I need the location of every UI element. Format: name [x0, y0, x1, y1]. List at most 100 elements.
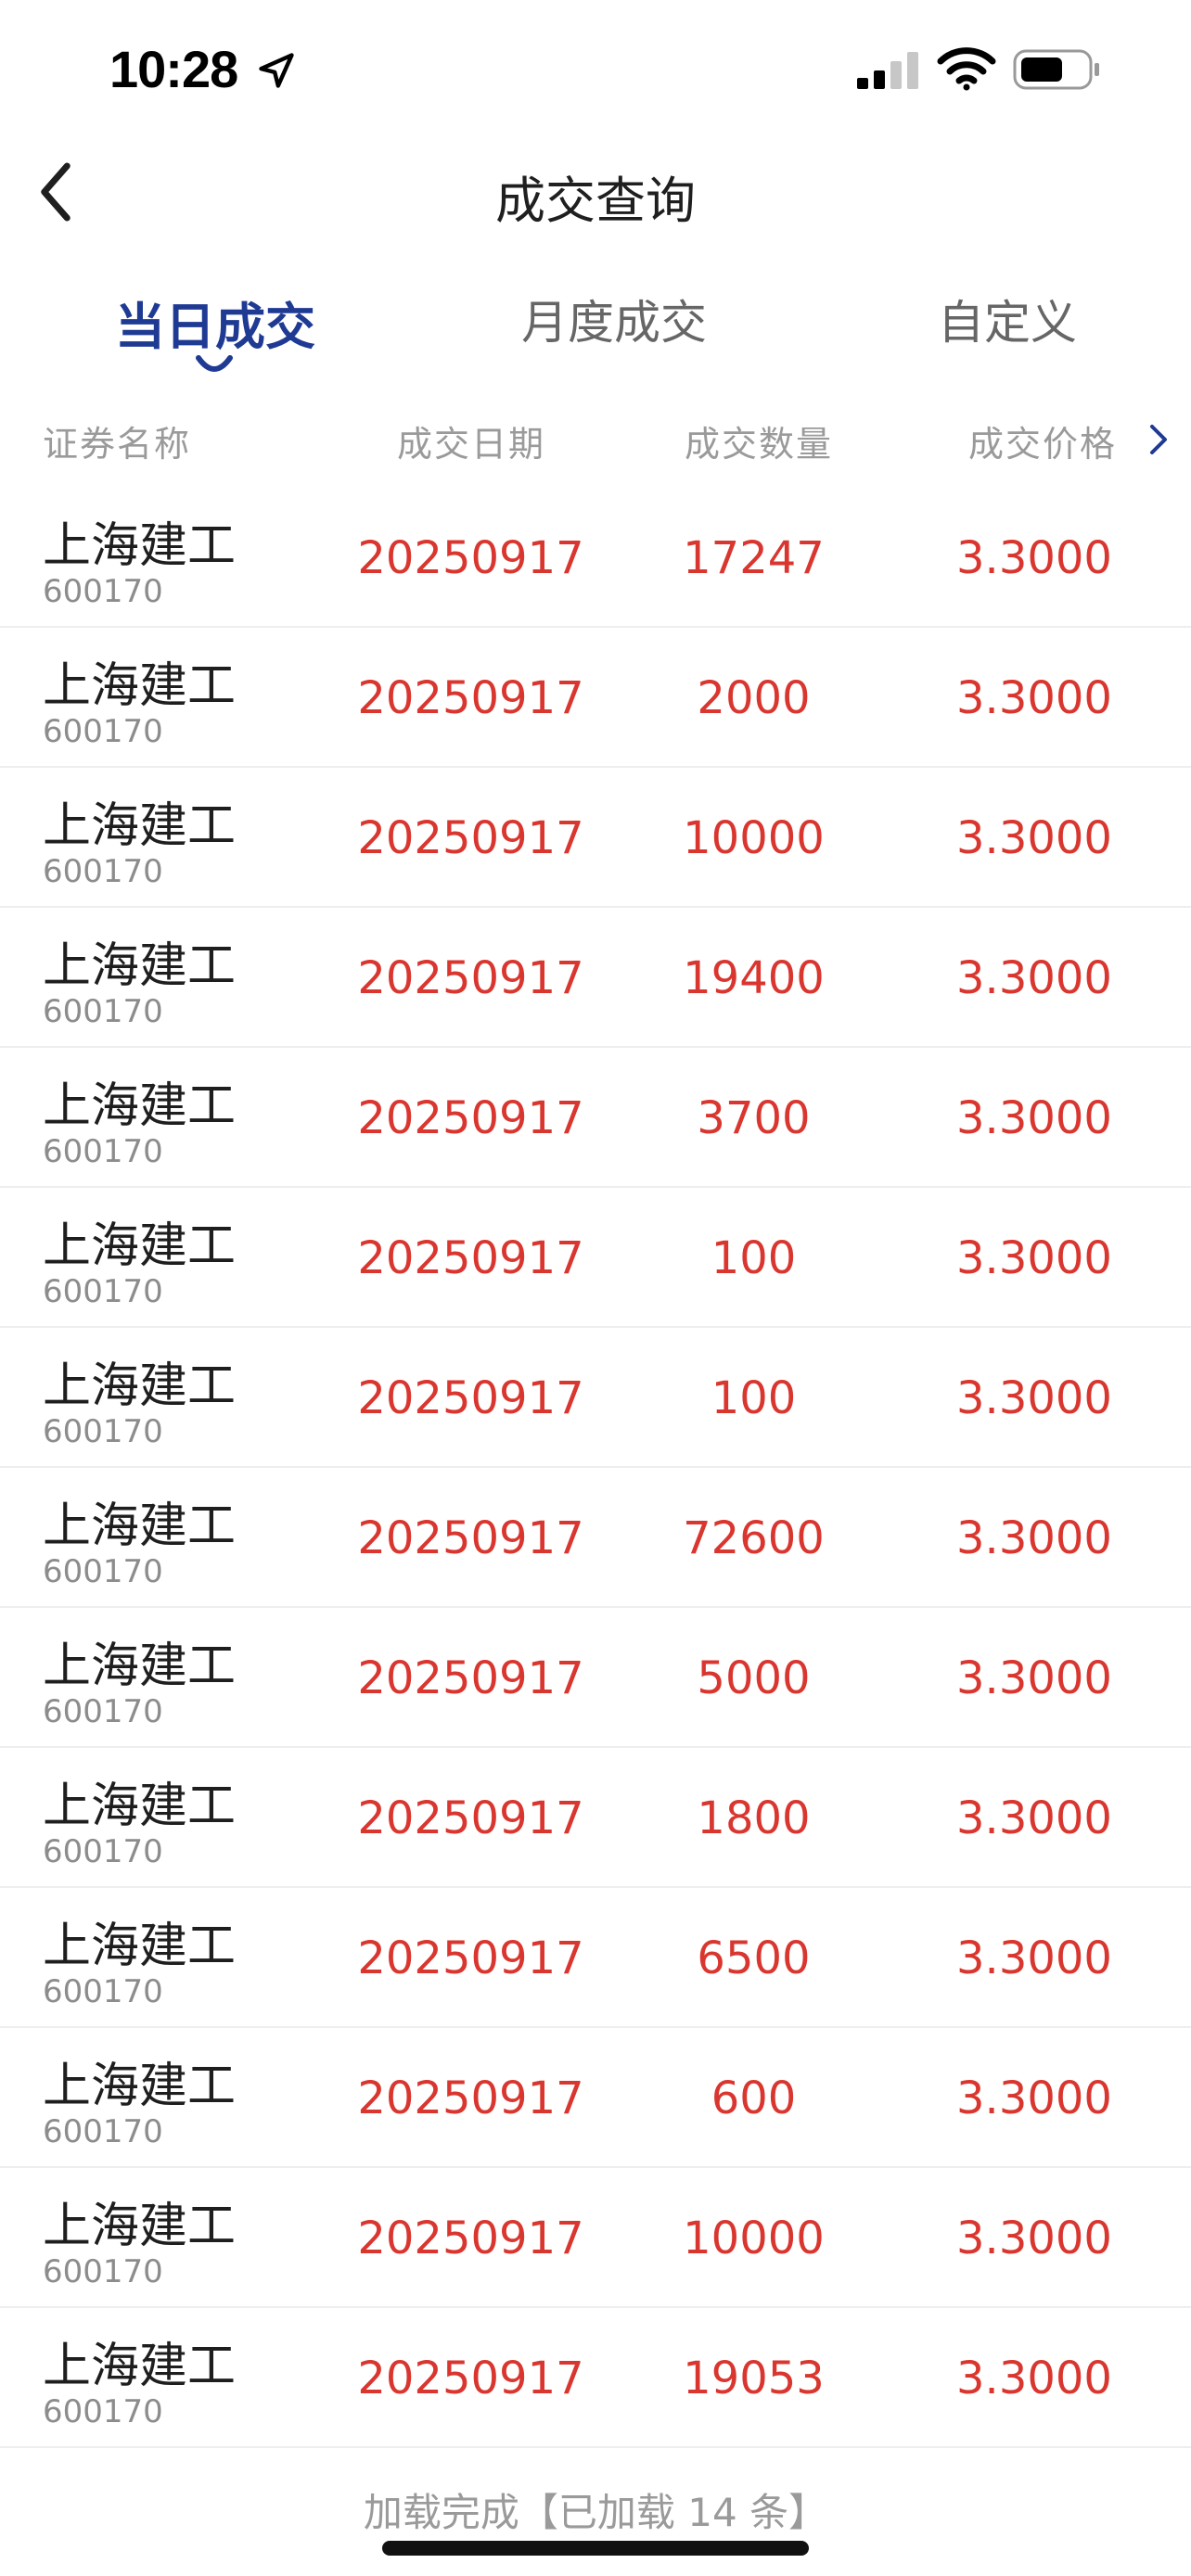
security-code: 600170: [43, 1553, 163, 1590]
trade-price: 3.3000: [956, 1652, 1112, 1704]
security-name: 上海建工: [43, 1919, 237, 1974]
security-name: 上海建工: [43, 518, 237, 574]
table-row[interactable]: 上海建工 600170 20250917 2000 3.3000: [0, 628, 1191, 768]
trade-quantity: 10000: [683, 2213, 825, 2264]
battery-icon: [1013, 49, 1099, 90]
trade-date: 20250917: [357, 1512, 584, 1564]
status-bar: 10:28: [0, 0, 1191, 139]
trade-date: 20250917: [357, 952, 584, 1004]
security-code: 600170: [43, 1833, 163, 1870]
trade-price: 3.3000: [956, 1372, 1112, 1424]
trade-price: 3.3000: [956, 1092, 1112, 1144]
trade-quantity: 10000: [683, 812, 825, 864]
security-name: 上海建工: [43, 1779, 237, 1834]
security-name: 上海建工: [43, 1078, 237, 1134]
security-code: 600170: [43, 2393, 163, 2430]
tab-active-indicator: [196, 355, 233, 372]
tab-custom-range[interactable]: 自定义: [840, 286, 1174, 352]
security-name: 上海建工: [43, 938, 237, 994]
trade-quantity: 19053: [683, 2353, 825, 2404]
tab-bar: 当日成交 月度成交 自定义: [0, 278, 1191, 380]
trade-quantity: 600: [711, 2072, 797, 2124]
trade-date: 20250917: [357, 532, 584, 584]
table-row[interactable]: 上海建工 600170 20250917 19400 3.3000: [0, 908, 1191, 1048]
trade-price: 3.3000: [956, 812, 1112, 864]
table-row[interactable]: 上海建工 600170 20250917 72600 3.3000: [0, 1468, 1191, 1608]
table-row[interactable]: 上海建工 600170 20250917 5000 3.3000: [0, 1608, 1191, 1748]
trade-date: 20250917: [357, 2072, 584, 2124]
trade-price: 3.3000: [956, 1792, 1112, 1844]
table-row[interactable]: 上海建工 600170 20250917 17247 3.3000: [0, 488, 1191, 628]
trade-price: 3.3000: [956, 2353, 1112, 2404]
table-row[interactable]: 上海建工 600170 20250917 10000 3.3000: [0, 2168, 1191, 2308]
table-row[interactable]: 上海建工 600170 20250917 3700 3.3000: [0, 1048, 1191, 1188]
trade-price: 3.3000: [956, 1232, 1112, 1284]
table-row[interactable]: 上海建工 600170 20250917 100 3.3000: [0, 1188, 1191, 1328]
trade-price: 3.3000: [956, 1932, 1112, 1984]
trade-quantity: 2000: [697, 672, 811, 724]
column-header-trade-quantity: 成交数量: [685, 424, 834, 465]
location-arrow-icon: [259, 53, 294, 88]
table-row[interactable]: 上海建工 600170 20250917 10000 3.3000: [0, 768, 1191, 908]
table-row[interactable]: 上海建工 600170 20250917 100 3.3000: [0, 1328, 1191, 1468]
trade-quantity: 72600: [683, 1512, 825, 1564]
security-code: 600170: [43, 853, 163, 890]
security-name: 上海建工: [43, 1218, 237, 1274]
trade-quantity: 100: [711, 1232, 797, 1284]
security-name: 上海建工: [43, 1498, 237, 1554]
trade-date: 20250917: [357, 1372, 584, 1424]
security-name: 上海建工: [43, 798, 237, 854]
page-title: 成交查询: [495, 172, 696, 230]
trade-date: 20250917: [357, 1232, 584, 1284]
security-name: 上海建工: [43, 2059, 237, 2114]
security-code: 600170: [43, 2253, 163, 2290]
table-row[interactable]: 上海建工 600170 20250917 1800 3.3000: [0, 1748, 1191, 1888]
status-time: 10:28: [109, 40, 238, 98]
column-header-trade-date: 成交日期: [397, 424, 546, 465]
trade-date: 20250917: [357, 672, 584, 724]
security-name: 上海建工: [43, 658, 237, 714]
trade-quantity: 5000: [697, 1652, 811, 1704]
table-header: 证券名称 成交日期 成交数量 成交价格: [0, 408, 1191, 473]
trade-quantity: 3700: [697, 1092, 811, 1144]
trade-date: 20250917: [357, 2353, 584, 2404]
trade-price: 3.3000: [956, 2213, 1112, 2264]
trade-date: 20250917: [357, 2213, 584, 2264]
trade-quantity: 1800: [697, 1792, 811, 1844]
security-code: 600170: [43, 1273, 163, 1310]
trade-price: 3.3000: [956, 1512, 1112, 1564]
trade-date: 20250917: [357, 812, 584, 864]
security-name: 上海建工: [43, 1639, 237, 1694]
security-code: 600170: [43, 2113, 163, 2150]
home-indicator[interactable]: [382, 2541, 809, 2556]
table-row[interactable]: 上海建工 600170 20250917 19053 3.3000: [0, 2308, 1191, 2448]
tab-today-trades[interactable]: 当日成交: [48, 286, 382, 359]
security-code: 600170: [43, 713, 163, 750]
trade-quantity: 17247: [683, 532, 825, 584]
column-header-trade-price: 成交价格: [968, 424, 1118, 465]
security-code: 600170: [43, 1413, 163, 1450]
table-row[interactable]: 上海建工 600170 20250917 600 3.3000: [0, 2028, 1191, 2168]
trade-date: 20250917: [357, 1652, 584, 1704]
cellular-signal-icon: [857, 52, 918, 89]
trade-price: 3.3000: [956, 952, 1112, 1004]
trade-price: 3.3000: [956, 2072, 1112, 2124]
trade-quantity: 6500: [697, 1932, 811, 1984]
security-code: 600170: [43, 1973, 163, 2010]
trade-quantity: 100: [711, 1372, 797, 1424]
table-row[interactable]: 上海建工 600170 20250917 6500 3.3000: [0, 1888, 1191, 2028]
tab-monthly-trades[interactable]: 月度成交: [447, 286, 781, 352]
security-code: 600170: [43, 1133, 163, 1170]
security-name: 上海建工: [43, 1358, 237, 1414]
trade-price: 3.3000: [956, 532, 1112, 584]
load-status-text: 加载完成【已加载 14 条】: [363, 2490, 828, 2535]
trade-price: 3.3000: [956, 672, 1112, 724]
trade-date: 20250917: [357, 1932, 584, 1984]
trade-quantity: 19400: [683, 952, 825, 1004]
chevron-right-icon[interactable]: [1145, 421, 1172, 458]
security-name: 上海建工: [43, 2339, 237, 2394]
nav-bar: 成交查询: [0, 139, 1191, 241]
wifi-icon: [937, 47, 996, 91]
trade-date: 20250917: [357, 1792, 584, 1844]
security-code: 600170: [43, 993, 163, 1030]
